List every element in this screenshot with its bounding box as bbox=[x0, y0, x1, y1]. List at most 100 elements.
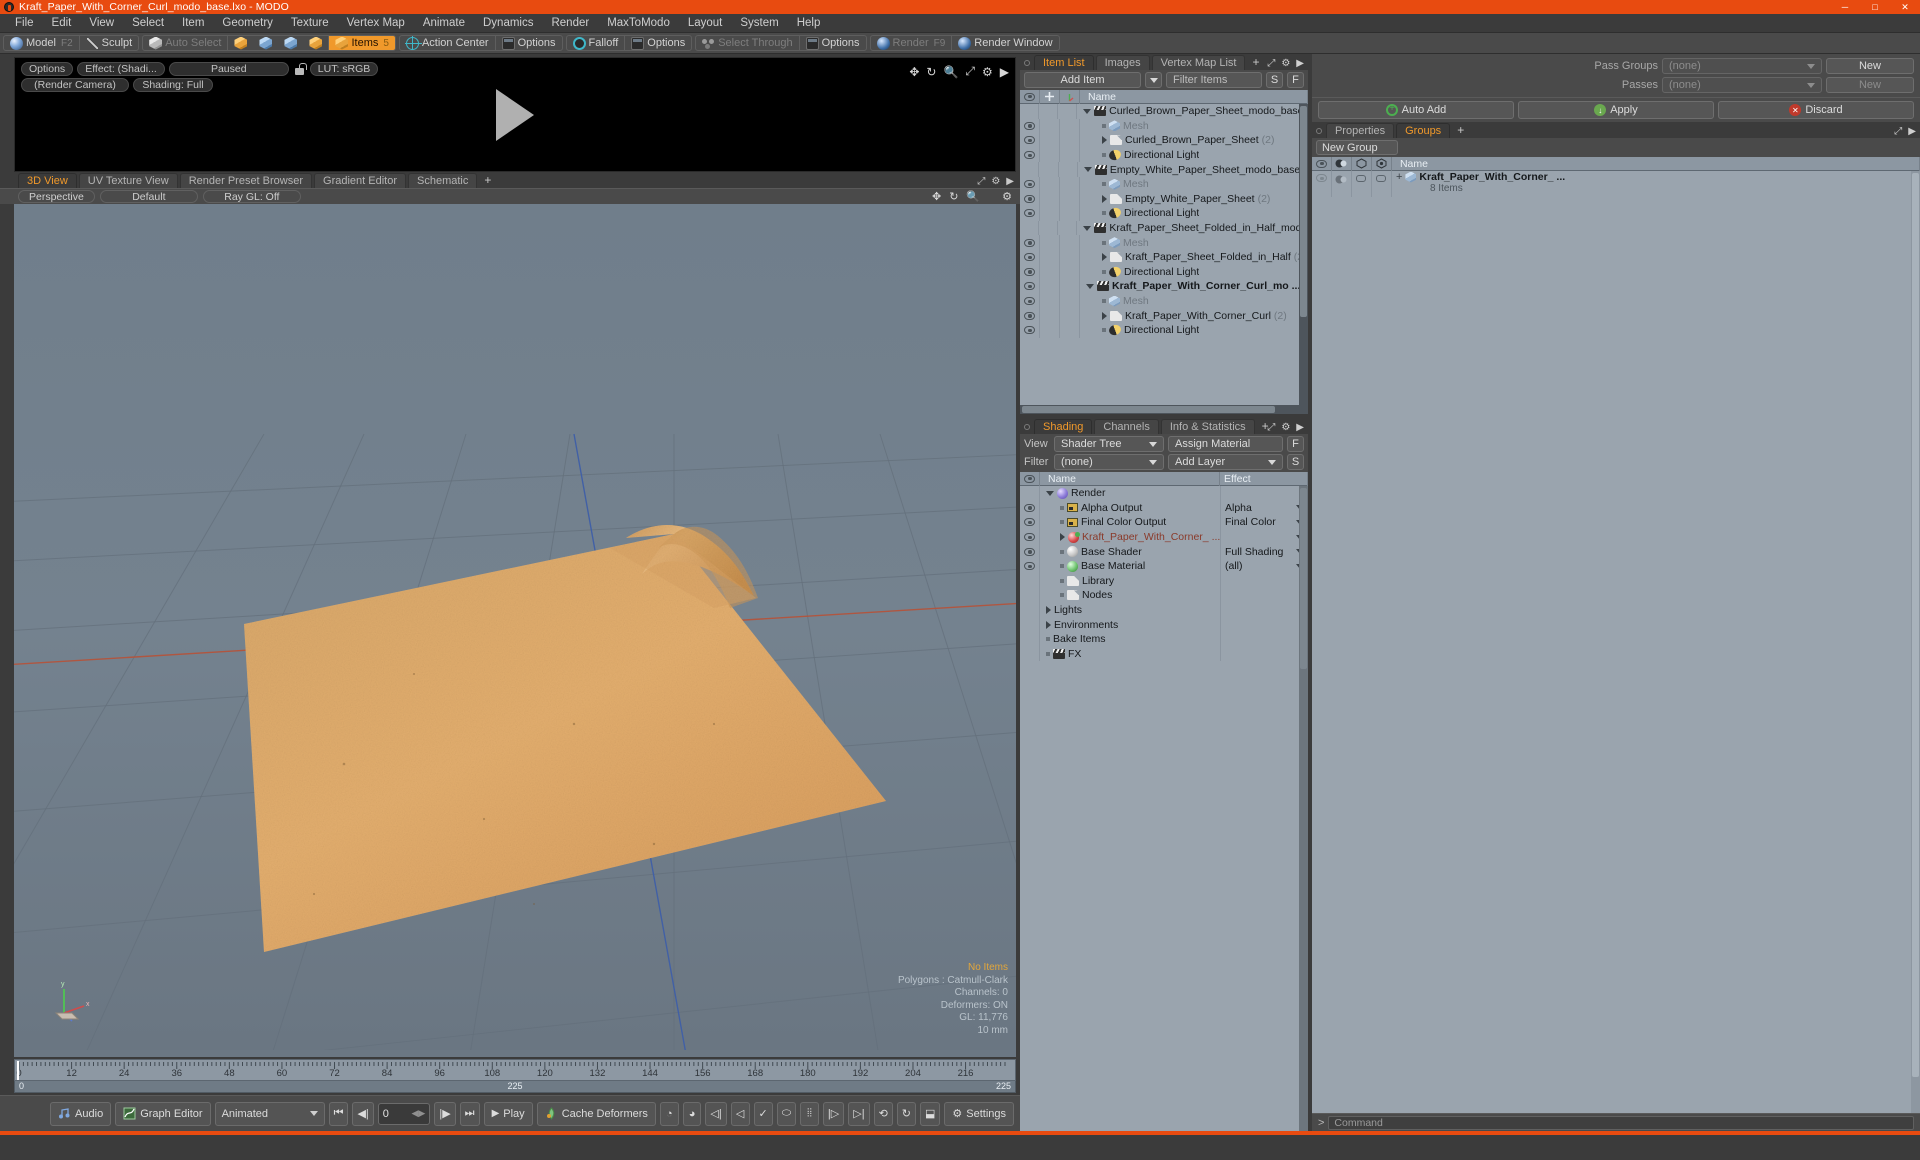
snap-key-button[interactable]: ⬓ bbox=[920, 1101, 941, 1126]
rotate-icon[interactable]: ↻ bbox=[949, 190, 958, 203]
go-to-start-button[interactable]: ⏮ bbox=[328, 1101, 349, 1126]
gear-icon[interactable]: ⚙ bbox=[1281, 58, 1290, 69]
table-row[interactable]: Directional Light bbox=[1020, 206, 1308, 221]
menu-item-dynamics[interactable]: Dynamics bbox=[474, 14, 542, 33]
table-row[interactable]: Directional Light bbox=[1020, 147, 1308, 163]
table-row[interactable]: Kraft_Paper_Sheet_Folded_in_Half(2) bbox=[1020, 249, 1308, 265]
minimize-button[interactable]: ─ bbox=[1830, 0, 1860, 14]
next-key2-button[interactable]: ▷| bbox=[848, 1101, 870, 1126]
eye-icon[interactable] bbox=[1024, 547, 1035, 556]
menu-item-geometry[interactable]: Geometry bbox=[213, 14, 282, 33]
pan-icon[interactable]: ✥ bbox=[932, 190, 941, 203]
scroll-thumb[interactable] bbox=[1912, 173, 1919, 1078]
item-list-scrollbar-h[interactable] bbox=[1020, 405, 1308, 414]
eye-icon[interactable] bbox=[1024, 136, 1035, 145]
item-list-scrollbar-v[interactable] bbox=[1299, 104, 1308, 405]
play-button[interactable]: ▶ Play bbox=[483, 1101, 533, 1126]
tab-groups[interactable]: Groups bbox=[1396, 123, 1451, 138]
gear-icon[interactable]: ⚙ bbox=[982, 65, 993, 79]
table-row[interactable]: FX bbox=[1020, 646, 1308, 662]
menu-item-maxtomodo[interactable]: MaxToModo bbox=[598, 14, 679, 33]
scroll-thumb[interactable] bbox=[1300, 488, 1307, 669]
eye-icon[interactable] bbox=[1024, 311, 1035, 320]
menu-item-texture[interactable]: Texture bbox=[282, 14, 338, 33]
table-row[interactable]: Directional Light bbox=[1020, 322, 1308, 338]
select-material-button[interactable] bbox=[303, 36, 328, 50]
expand-plus-icon[interactable]: + bbox=[1396, 171, 1402, 183]
frame-spinner-icon[interactable]: ◀▶ bbox=[412, 1108, 426, 1119]
add-item-dropdown[interactable] bbox=[1145, 72, 1162, 88]
table-row[interactable]: Mesh bbox=[1020, 235, 1308, 250]
twirl-right-icon[interactable] bbox=[1060, 533, 1065, 542]
menu-item-view[interactable]: View bbox=[80, 14, 123, 33]
pan-icon[interactable]: ✥ bbox=[909, 65, 919, 79]
assign-material-button[interactable]: Assign Material bbox=[1168, 436, 1283, 452]
lock-open-icon[interactable] bbox=[293, 62, 307, 76]
chevron-right-icon[interactable]: ▶ bbox=[1908, 126, 1916, 137]
tab-vertex-map-list[interactable]: Vertex Map List bbox=[1151, 55, 1246, 70]
maximize-panel-icon[interactable]: ⤢ bbox=[977, 176, 985, 187]
scroll-thumb[interactable] bbox=[1022, 406, 1276, 413]
render-button[interactable]: Render F9 bbox=[871, 36, 952, 50]
groups-list-row[interactable]: + Kraft_Paper_With_Corner_ ... 8 Items bbox=[1312, 171, 1920, 197]
solid-toggle[interactable] bbox=[1376, 175, 1387, 182]
chevron-right-icon[interactable]: ▶ bbox=[1006, 176, 1014, 187]
close-button[interactable]: ✕ bbox=[1890, 0, 1920, 14]
eye-icon[interactable] bbox=[1315, 174, 1327, 182]
discard-button[interactable]: ✕ Discard bbox=[1718, 101, 1915, 119]
shader-filter-select[interactable]: (none) bbox=[1054, 454, 1164, 470]
key-channels-button[interactable]: ⦙⦙ bbox=[800, 1101, 819, 1126]
menu-item-vertexmap[interactable]: Vertex Map bbox=[338, 14, 414, 33]
viewport-projection-button[interactable]: Perspective bbox=[18, 190, 95, 203]
table-row[interactable]: Kraft_Paper_With_Corner_ ... bbox=[1020, 529, 1308, 545]
audio-button[interactable]: Audio bbox=[50, 1101, 112, 1126]
cycle-mode-button[interactable]: ↻ bbox=[896, 1101, 916, 1126]
table-row[interactable]: Library bbox=[1020, 573, 1308, 589]
action-center-options-button[interactable]: Options bbox=[496, 36, 562, 50]
column-solid[interactable] bbox=[1372, 156, 1392, 171]
maximize-panel-icon[interactable]: ⤢ bbox=[1894, 126, 1902, 137]
timeline-ruler[interactable]: 0 12 24 36 48 60 72 84 96 108 120 132 144 156 168 180 19… bbox=[14, 1059, 1016, 1081]
prev-key-button[interactable]: ◁| bbox=[705, 1101, 727, 1126]
viewport-raygl-button[interactable]: Ray GL: Off bbox=[202, 190, 301, 203]
gear-icon[interactable]: ⚙ bbox=[1002, 190, 1012, 203]
item-list-f-button[interactable]: F bbox=[1287, 72, 1304, 88]
mode-model-button[interactable]: Model F2 bbox=[4, 36, 79, 50]
wire-toggle[interactable] bbox=[1356, 175, 1367, 182]
column-visibility[interactable] bbox=[1312, 156, 1332, 171]
table-row[interactable]: Curled_Brown_Paper_Sheet_modo_base.lxo bbox=[1020, 104, 1308, 119]
table-row[interactable]: Nodes bbox=[1020, 588, 1308, 603]
twirl-down-icon[interactable] bbox=[1083, 167, 1092, 173]
select-edge-button[interactable] bbox=[253, 36, 278, 50]
eye-icon[interactable] bbox=[1024, 209, 1035, 218]
eye-icon[interactable] bbox=[1024, 518, 1035, 527]
prev-key2-button[interactable]: ◁ bbox=[730, 1101, 750, 1126]
tab-add-button[interactable]: + bbox=[479, 173, 496, 188]
ghost-after-button[interactable]: ◕ bbox=[682, 1101, 702, 1126]
menu-item-edit[interactable]: Edit bbox=[43, 14, 81, 33]
twirl-right-icon[interactable] bbox=[1102, 253, 1107, 262]
go-to-end-button[interactable]: ⏭ bbox=[459, 1101, 480, 1126]
render-effect-button[interactable]: Effect: (Shadi... bbox=[77, 62, 165, 76]
table-row[interactable]: Empty_White_Paper_Sheet (2) bbox=[1020, 191, 1308, 207]
select-vertex-button[interactable] bbox=[228, 36, 253, 50]
table-row[interactable]: Environments bbox=[1020, 617, 1308, 632]
tab-channels[interactable]: Channels bbox=[1094, 419, 1159, 434]
twirl-right-icon[interactable] bbox=[1046, 606, 1051, 615]
panel-menu-icon[interactable] bbox=[1315, 128, 1322, 134]
twirl-down-icon[interactable] bbox=[1083, 108, 1092, 114]
tab-render-preset-browser[interactable]: Render Preset Browser bbox=[179, 173, 313, 188]
tab-3d-view[interactable]: 3D View bbox=[18, 173, 77, 188]
render-options-button[interactable]: Options bbox=[21, 62, 74, 76]
pass-groups-new-button[interactable]: New bbox=[1826, 58, 1914, 74]
passes-new-button[interactable]: New bbox=[1826, 77, 1914, 93]
graph-editor-button[interactable]: Graph Editor bbox=[115, 1101, 211, 1126]
maximize-button[interactable]: □ bbox=[1860, 0, 1890, 14]
action-center-button[interactable]: Action Center bbox=[400, 36, 495, 50]
tab-info-statistics[interactable]: Info & Statistics bbox=[1160, 419, 1255, 434]
column-lock[interactable] bbox=[1040, 89, 1060, 104]
table-row[interactable]: Mesh bbox=[1020, 118, 1308, 134]
table-row[interactable]: Bake Items bbox=[1020, 631, 1308, 647]
zoom-icon[interactable]: 🔍 bbox=[966, 190, 980, 203]
column-visibility[interactable] bbox=[1020, 471, 1040, 486]
